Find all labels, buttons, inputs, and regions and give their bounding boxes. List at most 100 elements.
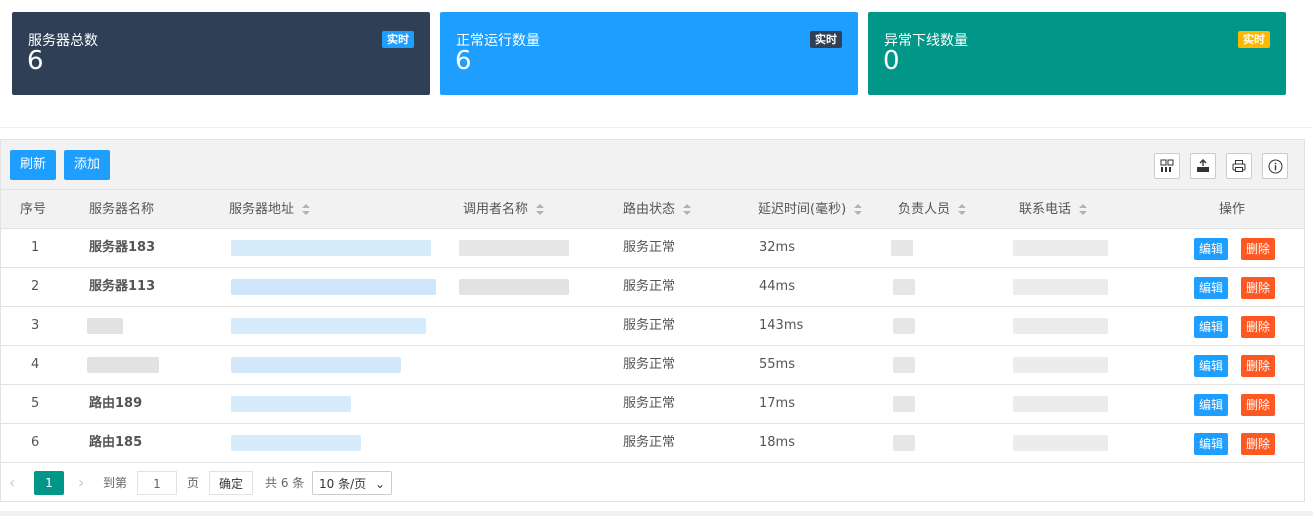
table-row: 2 服务器113 服务正常 44ms 编辑 删除 [1,268,1304,307]
divider [0,127,1313,128]
edit-button[interactable]: 编辑 [1194,355,1229,377]
next-page-icon[interactable]: › [78,471,84,495]
redacted-cell [893,357,915,373]
cell-route-status: 服务正常 [623,279,676,294]
table-row: 3 服务正常 143ms 编辑 删除 [1,307,1304,346]
sort-icon[interactable] [1079,204,1088,215]
redacted-cell [1013,240,1108,256]
table-row: 5 路由189 服务正常 17ms 编辑 删除 [1,385,1304,424]
redacted-cell [87,357,159,373]
cell-index: 4 [31,357,40,372]
cell-latency: 18ms [759,435,795,450]
add-button[interactable]: 添加 [64,150,111,180]
redacted-cell [893,279,915,295]
cell-index: 3 [31,318,40,333]
print-icon[interactable] [1226,153,1252,179]
delete-button[interactable]: 删除 [1241,355,1276,377]
page-number-current[interactable]: 1 [34,471,64,495]
card-value: 0 [883,46,900,76]
cell-server-name: 服务器183 [89,240,156,255]
cell-route-status: 服务正常 [623,435,676,450]
redacted-cell [231,318,426,334]
cell-route-status: 服务正常 [623,396,676,411]
redacted-cell [1013,279,1108,295]
redacted-cell [1013,435,1108,451]
edit-button[interactable]: 编辑 [1194,394,1229,416]
redacted-cell [231,396,351,412]
redacted-cell [231,240,431,256]
delete-button[interactable]: 删除 [1241,277,1276,299]
redacted-cell [87,318,123,334]
redacted-cell [893,396,915,412]
realtime-badge: 实时 [1238,31,1270,48]
cell-index: 5 [31,396,40,411]
cell-server-name: 路由189 [89,396,143,411]
cell-server-name: 服务器113 [89,279,156,294]
goto-label: 到第 [103,476,128,490]
card-offline-count: 异常下线数量 0 实时 [868,12,1286,95]
card-total-servers: 服务器总数 6 实时 [12,12,430,95]
cell-index: 1 [31,240,40,255]
edit-button[interactable]: 编辑 [1194,238,1229,260]
page-input[interactable]: 1 [137,471,177,495]
cell-server-name: 路由185 [89,435,143,450]
header-owner[interactable]: 负责人员 [898,190,967,229]
cell-index: 6 [31,435,40,450]
table-header: 序号 服务器名称 服务器地址 调用者名称 路由状态 延迟时间(毫秒) 负责人员 … [1,190,1304,229]
cell-route-status: 服务正常 [623,240,676,255]
redacted-cell [1013,318,1108,334]
redacted-cell [231,435,361,451]
card-value: 6 [455,46,472,76]
footer-bar [0,511,1313,516]
page-size-select[interactable]: 10 条/页 ⌄ [312,471,392,495]
redacted-cell [459,240,569,256]
delete-button[interactable]: 删除 [1241,238,1276,260]
header-actions: 操作 [1219,202,1246,217]
header-caller-name[interactable]: 调用者名称 [463,190,545,229]
header-latency[interactable]: 延迟时间(毫秒) [758,190,863,229]
edit-button[interactable]: 编辑 [1194,277,1229,299]
header-server-name: 服务器名称 [89,202,155,217]
redacted-cell [231,357,401,373]
columns-icon[interactable] [1154,153,1180,179]
pagination: ‹ 1 › 到第 1 页 确定 共 6 条 10 条/页 ⌄ [1,463,1304,501]
export-icon[interactable] [1190,153,1216,179]
cell-latency: 44ms [759,279,795,294]
redacted-cell [459,279,569,295]
confirm-page-button[interactable]: 确定 [209,471,254,495]
info-icon[interactable] [1262,153,1288,179]
sort-icon[interactable] [302,204,311,215]
cell-latency: 17ms [759,396,795,411]
cell-latency: 32ms [759,240,795,255]
stat-cards: 服务器总数 6 实时 正常运行数量 6 实时 异常下线数量 0 实时 [12,12,1286,95]
redacted-cell [891,240,913,256]
table-row: 4 服务正常 55ms 编辑 删除 [1,346,1304,385]
sort-icon[interactable] [958,204,967,215]
chevron-down-icon: ⌄ [374,477,385,491]
redacted-cell [1013,357,1108,373]
cell-latency: 55ms [759,357,795,372]
prev-page-icon[interactable]: ‹ [9,471,15,495]
cell-route-status: 服务正常 [623,357,676,372]
edit-button[interactable]: 编辑 [1194,433,1229,455]
cell-index: 2 [31,279,40,294]
delete-button[interactable]: 删除 [1241,394,1276,416]
sort-icon[interactable] [854,204,863,215]
header-route-status[interactable]: 路由状态 [623,190,692,229]
delete-button[interactable]: 删除 [1241,316,1276,338]
table-row: 1 服务器183 服务正常 32ms 编辑 删除 [1,229,1304,268]
table-row: 6 路由185 服务正常 18ms 编辑 删除 [1,424,1304,463]
header-server-address[interactable]: 服务器地址 [229,190,311,229]
sort-icon[interactable] [536,204,545,215]
header-phone[interactable]: 联系电话 [1019,190,1088,229]
redacted-cell [231,279,436,295]
cell-route-status: 服务正常 [623,318,676,333]
delete-button[interactable]: 删除 [1241,433,1276,455]
total-count: 共 6 条 [265,476,305,490]
header-index: 序号 [20,202,47,217]
edit-button[interactable]: 编辑 [1194,316,1229,338]
refresh-button[interactable]: 刷新 [10,150,57,180]
card-running-count: 正常运行数量 6 实时 [440,12,858,95]
sort-icon[interactable] [683,204,692,215]
redacted-cell [893,435,915,451]
